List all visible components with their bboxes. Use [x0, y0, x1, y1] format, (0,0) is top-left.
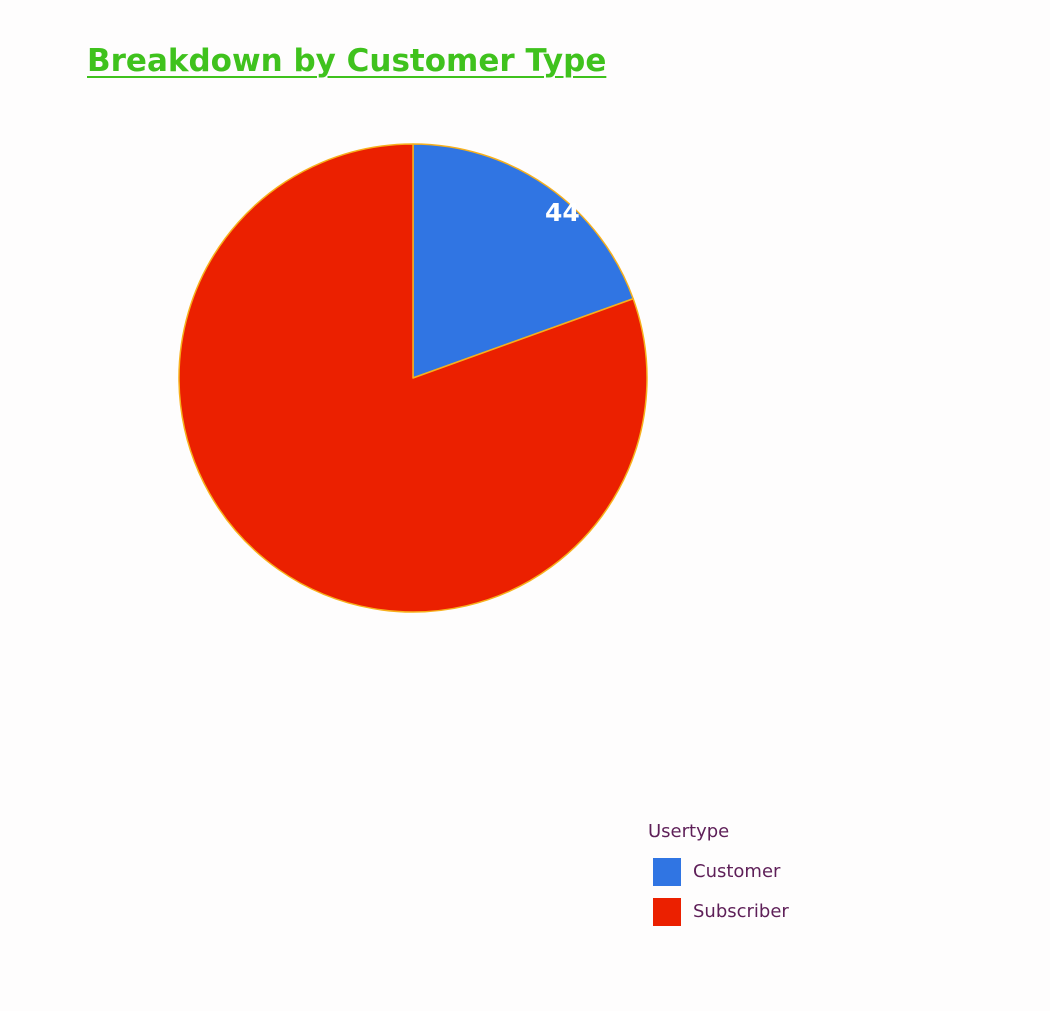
legend-title: Usertype — [648, 821, 730, 842]
legend-swatch — [653, 898, 681, 927]
legend: Usertype Customer Subscriber — [648, 820, 789, 932]
legend-items: Customer Subscriber — [648, 852, 789, 932]
legend-item-subscriber[interactable]: Subscriber — [648, 892, 789, 932]
legend-label: Subscriber — [693, 901, 789, 923]
legend-label: Customer — [693, 861, 781, 883]
legend-swatch — [653, 858, 681, 887]
legend-item-customer[interactable]: Customer — [648, 852, 789, 892]
pie-chart: 44 — [178, 143, 648, 613]
slice-data-label: 44 — [545, 198, 580, 227]
